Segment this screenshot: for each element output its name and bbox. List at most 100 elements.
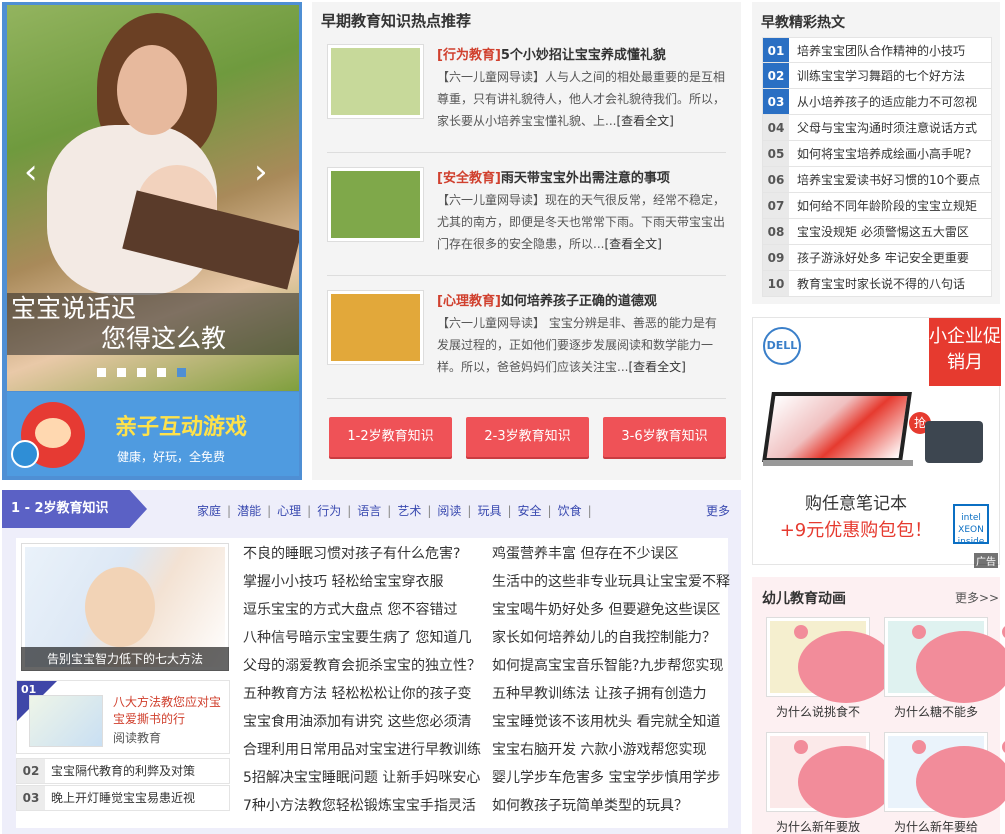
animation-card[interactable]: 为什么糖不能多 [884,617,1005,719]
animation-card[interactable]: 为什么新年要给 [884,732,1005,834]
hot-list-label[interactable]: 培养宝宝爱读书好习惯的10个要点 [797,173,980,187]
article-link[interactable]: 合理利用日常用品对宝宝进行早教训练 [243,736,485,764]
hero-slider[interactable]: ‹ › 宝宝说话迟 您得这么教 亲子互动游戏 健康，好玩，全免费 [2,2,302,480]
animation-card[interactable]: 为什么说挑食不 [766,617,898,719]
article-title-text[interactable]: 雨天带宝宝外出需注意的事项 [501,171,670,186]
nav-link-9[interactable]: 饮食 [558,504,582,518]
article-tag[interactable]: [安全教育] [437,171,501,186]
article-link[interactable]: 7种小方法教您轻松锻炼宝宝手指灵活 [243,792,485,820]
hot-list-item[interactable]: 10 教育宝宝时家长说不得的八句话 [762,271,992,297]
animation-thumb[interactable] [884,732,1005,818]
article-title-text[interactable]: 如何培养孩子正确的道德观 [501,294,657,309]
article-link[interactable]: 逗乐宝宝的方式大盘点 您不容错过 [243,596,485,624]
article-item[interactable]: [心理教育]如何培养孩子正确的道德观 【六一儿童网导读】 宝宝分辨是非、善恶的能力… [327,290,724,398]
hot-list-label[interactable]: 从小培养孩子的适应能力不可忽视 [797,95,977,109]
read-more-link[interactable]: [查看全文] [616,114,673,128]
nav-link-4[interactable]: 语言 [357,504,381,518]
article-link[interactable]: 宝宝食用油添加有讲究 这些您必须清 [243,708,485,736]
article-link[interactable]: 宝宝右脑开发 六款小游戏帮您实现 [492,736,734,764]
nav-link-8[interactable]: 安全 [518,504,542,518]
article-thumb[interactable] [327,44,424,119]
hot-list-item[interactable]: 02 训练宝宝学习舞蹈的七个好方法 [762,63,992,89]
nav-link-2[interactable]: 心理 [277,504,301,518]
article-link[interactable]: 鸡蛋营养丰富 但存在不少误区 [492,540,734,568]
article-tag[interactable]: [心理教育] [437,294,501,309]
nav-link-5[interactable]: 艺术 [397,504,421,518]
animation-thumb[interactable] [766,732,898,818]
article-link[interactable]: 父母的溺爱教育会扼杀宝宝的独立性？ [243,652,485,680]
article-link[interactable]: 婴儿学步车危害多 宝宝学步慎用学步 [492,764,734,792]
chevron-left-icon[interactable]: ‹ [24,152,38,192]
article-link[interactable]: 五种早教训练法 让孩子拥有创造力 [492,680,734,708]
hot-list-label[interactable]: 父母与宝宝沟通时须注意说话方式 [797,121,977,135]
article-link[interactable]: 宝宝睡觉该不该用枕头 看完就全知道 [492,708,734,736]
article-link[interactable]: 5招解决宝宝睡眠问题 让新手妈咪安心 [243,764,485,792]
hot-list-item[interactable]: 03 从小培养孩子的适应能力不可忽视 [762,89,992,115]
animation-more-link[interactable]: 更多>> [955,589,999,606]
animation-caption[interactable]: 为什么说挑食不 [766,703,870,719]
list-label[interactable]: 宝宝隔代教育的利弊及对策 [51,764,195,778]
article-link[interactable]: 如何提高宝宝音乐智能?九步帮您实现 [492,652,734,680]
nav-link-7[interactable]: 玩具 [477,504,501,518]
article-link[interactable]: 八种信号暗示宝宝要生病了 您知道几 [243,624,485,652]
game-banner[interactable]: 亲子互动游戏 健康，好玩，全免费 [7,392,299,476]
article-title[interactable]: [心理教育]如何培养孩子正确的道德观 [437,290,657,309]
hot-list-item[interactable]: 06 培养宝宝爱读书好习惯的10个要点 [762,167,992,193]
animation-caption[interactable]: 为什么新年要放 [766,818,870,834]
age-button[interactable]: 2-3岁教育知识 [466,417,589,457]
ad-banner[interactable]: DELL 小企业促销月 抢 购任意笔记本 +9元优惠购包包！ intel XEO… [752,317,1001,568]
article-link[interactable]: 家长如何培养幼儿的自我控制能力？ [492,624,734,652]
animation-caption[interactable]: 为什么新年要给 [884,818,988,834]
hot-list-item[interactable]: 01 培养宝宝团队合作精神的小技巧 [762,37,992,63]
read-more-link[interactable]: [查看全文] [604,237,661,251]
hot-list-item[interactable]: 04 父母与宝宝沟通时须注意说话方式 [762,115,992,141]
article-link[interactable]: 宝宝喝牛奶好处多 但要避免这些误区 [492,596,734,624]
chevron-right-icon[interactable]: › [254,152,268,192]
article-item[interactable]: [安全教育]雨天带宝宝外出需注意的事项 【六一儿童网导读】现在的天气很反常，经常不… [327,167,725,275]
article-title[interactable]: [安全教育]雨天带宝宝外出需注意的事项 [437,167,670,186]
feature-caption[interactable]: 告别宝宝智力低下的七大方法 [21,647,229,671]
slide-dot[interactable] [177,368,186,377]
list-item[interactable]: 02 宝宝隔代教育的利弊及对策 [16,758,230,784]
animation-caption[interactable]: 为什么糖不能多 [884,703,988,719]
hot-list-label[interactable]: 孩子游泳好处多 牢记安全更重要 [797,251,969,265]
hot-list-label[interactable]: 培养宝宝团队合作精神的小技巧 [797,44,965,58]
slide-dot[interactable] [157,368,166,377]
article-title[interactable]: [行为教育]5个小妙招让宝宝养成懂礼貌 [437,44,666,63]
hot-list-item[interactable]: 09 孩子游泳好处多 牢记安全更重要 [762,245,992,271]
top-article-title[interactable]: 八大方法教您应对宝宝爱撕书的行 [113,694,223,728]
list-label[interactable]: 晚上开灯睡觉宝宝易患近视 [51,791,195,805]
article-thumb[interactable] [327,290,424,365]
article-link[interactable]: 掌握小小技巧 轻松给宝宝穿衣服 [243,568,485,596]
nav-link-6[interactable]: 阅读 [437,504,461,518]
article-item[interactable]: [行为教育]5个小妙招让宝宝养成懂礼貌 【六一儿童网导读】人与人之间的相处最重要的… [327,44,725,152]
age-button[interactable]: 1-2岁教育知识 [329,417,452,457]
nav-link-3[interactable]: 行为 [317,504,341,518]
section-tab[interactable]: 1 - 2岁教育知识 [2,490,147,528]
article-thumb[interactable] [327,167,424,242]
animation-thumb[interactable] [766,617,898,703]
slide-dot[interactable] [117,368,126,377]
hot-list-label[interactable]: 训练宝宝学习舞蹈的七个好方法 [797,69,965,83]
hot-list-label[interactable]: 宝宝没规矩 必须警惕这五大雷区 [797,225,969,239]
hot-list-label[interactable]: 如何将宝宝培养成绘画小高手呢? [797,147,971,161]
hot-list-item[interactable]: 07 如何给不同年龄阶段的宝宝立规矩 [762,193,992,219]
animation-thumb[interactable] [884,617,1005,703]
hero-caption[interactable]: 宝宝说话迟 您得这么教 [7,293,299,355]
list-item[interactable]: 03 晚上开灯睡觉宝宝易患近视 [16,785,230,811]
top-article-category[interactable]: 阅读教育 [113,729,161,746]
top-article[interactable]: 01 八大方法教您应对宝宝爱撕书的行 阅读教育 [16,680,230,754]
hot-list-label[interactable]: 如何给不同年龄阶段的宝宝立规矩 [797,199,977,213]
hot-list-label[interactable]: 教育宝宝时家长说不得的八句话 [797,277,965,291]
section-more-link[interactable]: 更多 [706,502,730,519]
nav-link-0[interactable]: 家庭 [197,504,221,518]
article-link[interactable]: 五种教育方法 轻松松松让你的孩子变 [243,680,485,708]
article-title-text[interactable]: 5个小妙招让宝宝养成懂礼貌 [501,48,666,63]
hot-list-item[interactable]: 05 如何将宝宝培养成绘画小高手呢? [762,141,992,167]
animation-card[interactable]: 为什么新年要放 [766,732,898,834]
slide-dot[interactable] [137,368,146,377]
slide-dot[interactable] [97,368,106,377]
article-tag[interactable]: [行为教育] [437,48,501,63]
age-button[interactable]: 3-6岁教育知识 [603,417,726,457]
hot-list-item[interactable]: 08 宝宝没规矩 必须警惕这五大雷区 [762,219,992,245]
